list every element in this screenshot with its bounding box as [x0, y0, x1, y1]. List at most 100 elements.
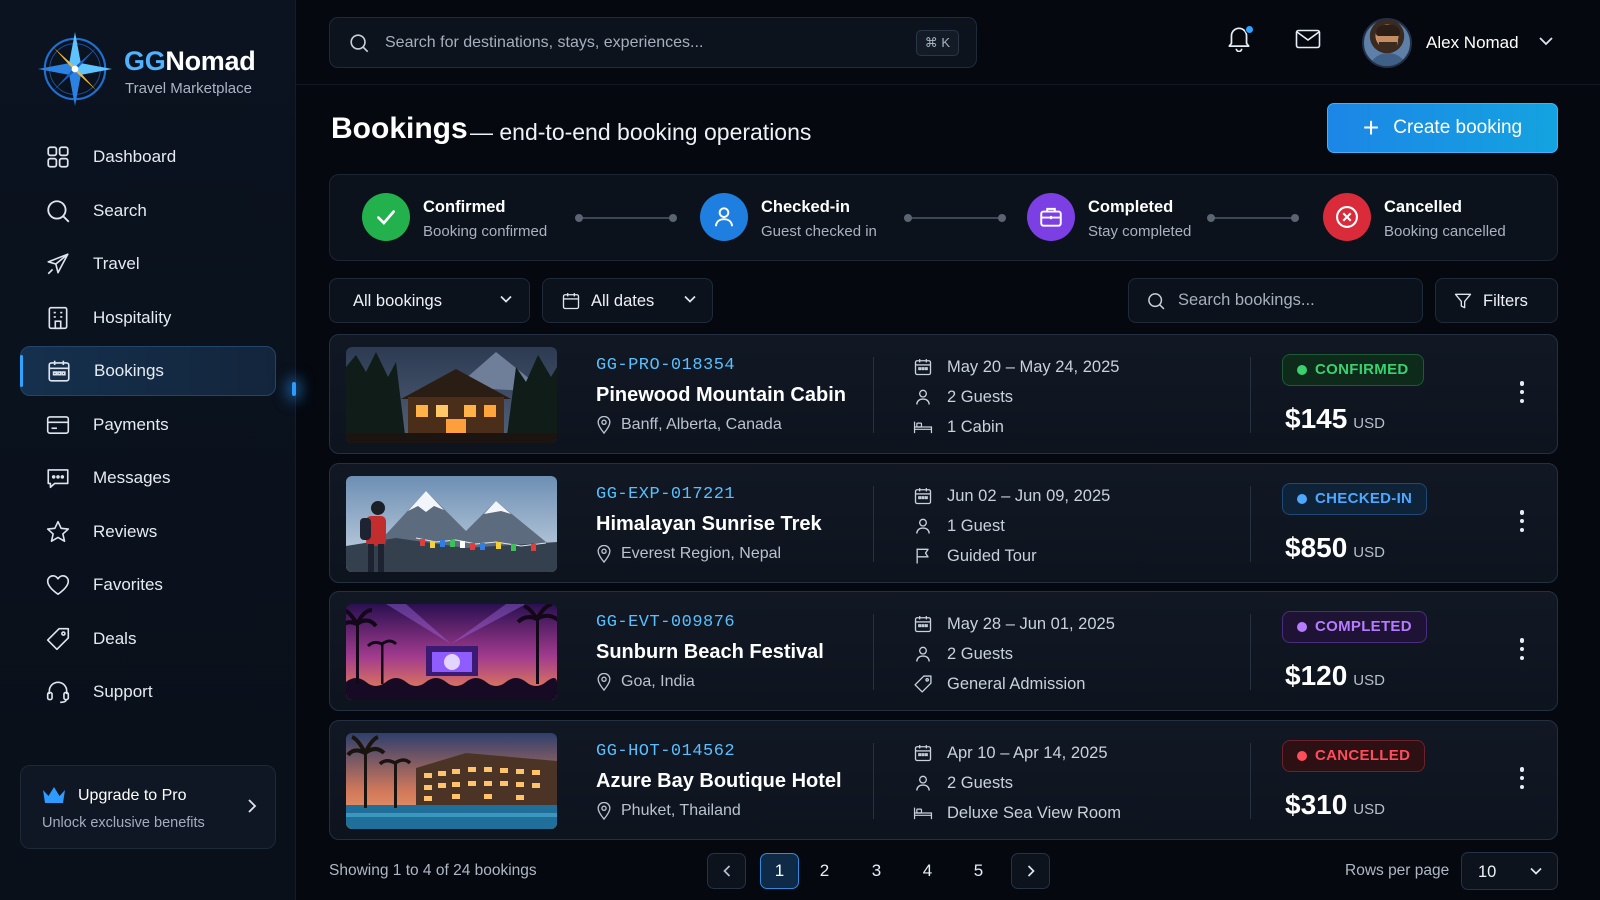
sidebar-item-travel[interactable]: Travel	[20, 239, 276, 289]
bed-icon	[913, 803, 933, 823]
showing-count: Showing 1 to 4 of 24 bookings	[329, 862, 537, 879]
booking-thumbnail[interactable]	[346, 476, 557, 572]
booking-extra-text: Guided Tour	[947, 546, 1037, 565]
filters-button[interactable]: Filters	[1435, 278, 1558, 323]
chevron-left-icon	[722, 865, 730, 877]
active-indicator-glow	[292, 382, 296, 396]
rows-per-page-select[interactable]: 10	[1461, 852, 1558, 890]
bed-icon	[913, 417, 933, 437]
booking-extra: General Admission	[913, 674, 1086, 694]
sidebar-item-label: Deals	[93, 628, 137, 648]
page-5-button[interactable]: 5	[959, 853, 998, 889]
more-options-icon[interactable]	[1510, 634, 1534, 664]
date-select[interactable]: All dates	[542, 278, 713, 323]
chevron-down-icon[interactable]	[1538, 36, 1554, 46]
chevron-right-icon	[248, 799, 257, 813]
brand[interactable]: GGNomad Travel Marketplace	[36, 30, 276, 110]
booking-price: $145 USD	[1285, 403, 1385, 435]
booking-row[interactable]: GG-PRO-018354 Pinewood Mountain Cabin Ba…	[329, 334, 1558, 454]
x-circle-icon	[1323, 193, 1371, 241]
booking-extra: Deluxe Sea View Room	[913, 803, 1121, 823]
sidebar-item-payments[interactable]: Payments	[20, 400, 276, 450]
booking-dates: May 28 – Jun 01, 2025	[913, 614, 1115, 634]
upgrade-subtitle: Unlock exclusive benefits	[42, 815, 205, 831]
sidebar-item-support[interactable]: Support	[20, 667, 276, 717]
sidebar-item-label: Support	[93, 682, 153, 701]
booking-name[interactable]: Pinewood Mountain Cabin	[596, 384, 846, 407]
sidebar-item-hospitality[interactable]: Hospitality	[20, 293, 276, 343]
check-icon	[362, 193, 410, 241]
booking-thumbnail[interactable]	[346, 733, 557, 829]
user-name[interactable]: Alex Nomad	[1426, 33, 1519, 53]
booking-dates-text: May 20 – May 24, 2025	[947, 357, 1120, 376]
create-booking-button[interactable]: + Create booking	[1327, 103, 1558, 153]
sidebar-item-favorites[interactable]: Favorites	[20, 560, 276, 610]
sidebar-item-search[interactable]: Search	[20, 186, 276, 236]
sidebar-item-deals[interactable]: Deals	[20, 614, 276, 664]
next-page-button[interactable]	[1011, 853, 1050, 889]
price-amount: $310	[1285, 789, 1348, 820]
more-options-icon[interactable]	[1510, 377, 1534, 407]
more-options-icon[interactable]	[1510, 763, 1534, 793]
price-amount: $145	[1285, 403, 1348, 434]
location-pin-icon	[596, 802, 612, 820]
sidebar-item-messages[interactable]: Messages	[20, 453, 276, 503]
booking-name[interactable]: Himalayan Sunrise Trek	[596, 513, 822, 536]
chevron-down-icon	[500, 295, 512, 303]
booking-code[interactable]: GG-PRO-018354	[596, 356, 735, 375]
sidebar-item-dashboard[interactable]: Dashboard	[20, 132, 276, 182]
user-icon	[913, 644, 933, 664]
booking-search-input[interactable]	[1178, 279, 1408, 322]
shortcut-hint: ⌘ K	[915, 30, 959, 56]
sidebar-item-bookings[interactable]: Bookings	[20, 346, 276, 396]
booking-code[interactable]: GG-HOT-014562	[596, 742, 735, 761]
booking-thumbnail[interactable]	[346, 347, 557, 443]
row-divider	[873, 743, 874, 819]
price-currency: USD	[1353, 544, 1385, 561]
search-icon	[350, 34, 369, 53]
calendar-icon	[913, 486, 933, 506]
page-2-button[interactable]: 2	[805, 853, 844, 889]
more-options-icon[interactable]	[1510, 506, 1534, 536]
chevron-down-icon	[1530, 867, 1542, 875]
mail-icon[interactable]	[1295, 29, 1321, 49]
page-3-button[interactable]: 3	[857, 853, 896, 889]
booking-guests: 2 Guests	[913, 773, 1013, 793]
booking-extra-text: Deluxe Sea View Room	[947, 803, 1121, 822]
booking-row[interactable]: GG-EVT-009876 Sunburn Beach Festival Goa…	[329, 591, 1558, 711]
page-4-button[interactable]: 4	[908, 853, 947, 889]
calendar-icon	[562, 293, 580, 310]
brand-subtitle: Travel Marketplace	[125, 80, 252, 97]
tag-icon	[45, 626, 71, 652]
booking-price: $120 USD	[1285, 660, 1385, 692]
booking-name[interactable]: Azure Bay Boutique Hotel	[596, 770, 842, 793]
booking-code[interactable]: GG-EVT-009876	[596, 613, 735, 632]
global-search-input[interactable]	[385, 18, 885, 67]
booking-search[interactable]	[1128, 278, 1423, 323]
sidebar-item-reviews[interactable]: Reviews	[20, 507, 276, 557]
booking-guests-text: 2 Guests	[947, 644, 1014, 663]
booking-guests: 2 Guests	[913, 644, 1013, 664]
booking-code[interactable]: GG-EXP-017221	[596, 485, 735, 504]
avatar[interactable]	[1362, 18, 1412, 68]
booking-extra: 1 Cabin	[913, 417, 1004, 437]
prev-page-button[interactable]	[707, 853, 746, 889]
global-search[interactable]: ⌘ K	[329, 17, 977, 68]
sidebar: GGNomad Travel Marketplace Dashboard Sea…	[0, 0, 296, 900]
booking-row[interactable]: GG-HOT-014562 Azure Bay Boutique Hotel P…	[329, 720, 1558, 840]
user-icon	[913, 516, 933, 536]
create-booking-label: Create booking	[1393, 117, 1523, 138]
booking-name[interactable]: Sunburn Beach Festival	[596, 641, 824, 664]
booking-status-steps: Confirmed Booking confirmed Checked-in G…	[329, 174, 1558, 261]
page-1-button[interactable]: 1	[760, 853, 799, 889]
booking-thumbnail[interactable]	[346, 604, 557, 700]
calendar-icon	[46, 358, 72, 384]
upgrade-to-pro-card[interactable]: Upgrade to Pro Unlock exclusive benefits	[20, 765, 276, 849]
sidebar-item-label: Dashboard	[93, 147, 177, 166]
row-divider	[1250, 614, 1251, 690]
header-divider	[296, 84, 1600, 85]
booking-row[interactable]: GG-EXP-017221 Himalayan Sunrise Trek Eve…	[329, 463, 1558, 583]
search-icon	[45, 198, 71, 224]
status-badge: COMPLETED	[1282, 611, 1427, 643]
booking-type-select[interactable]: All bookings	[329, 278, 530, 323]
